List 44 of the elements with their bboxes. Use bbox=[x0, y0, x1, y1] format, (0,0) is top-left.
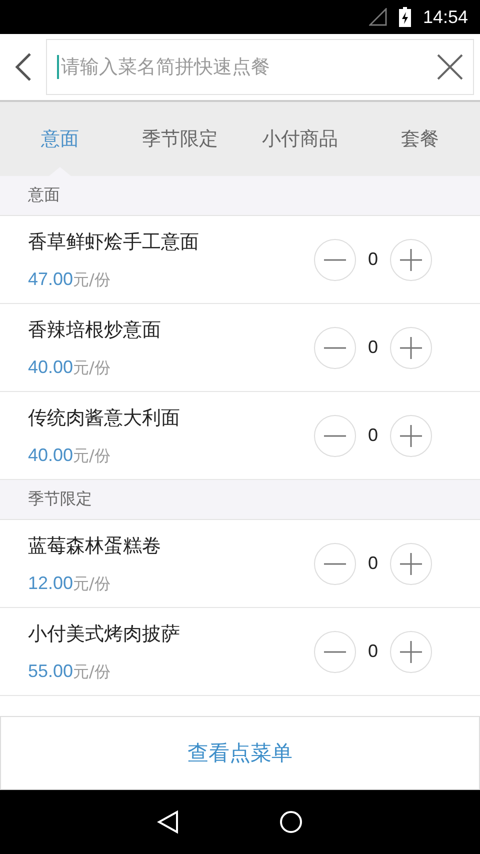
search-bar[interactable]: 请输入菜名简拼快速点餐 bbox=[46, 39, 474, 95]
plus-icon bbox=[400, 552, 422, 574]
quantity: 0 bbox=[366, 641, 379, 662]
signal-icon bbox=[368, 8, 387, 26]
plus-button[interactable] bbox=[390, 238, 432, 280]
plus-button[interactable] bbox=[390, 326, 432, 368]
back-nav-icon[interactable] bbox=[157, 810, 179, 834]
dish-name: 香辣培根炒意面 bbox=[28, 318, 162, 342]
minus-icon bbox=[324, 346, 346, 348]
dish-name: 传统肉酱意大利面 bbox=[28, 406, 181, 430]
plus-icon bbox=[400, 248, 422, 270]
dish-price: 47.00元/份 bbox=[28, 268, 112, 290]
dish-name: 香草鲜虾烩手工意面 bbox=[28, 230, 200, 254]
quantity: 0 bbox=[366, 553, 379, 574]
view-order-button[interactable]: 查看点菜单 bbox=[0, 716, 480, 790]
minus-icon bbox=[324, 650, 346, 652]
plus-icon bbox=[400, 424, 422, 446]
minus-icon bbox=[324, 562, 346, 564]
dish-name: 小付美式烤肉披萨 bbox=[28, 622, 181, 646]
plus-button[interactable] bbox=[390, 542, 432, 584]
quantity: 0 bbox=[366, 425, 379, 446]
dish-price: 40.00元/份 bbox=[28, 356, 112, 378]
dish-price: 12.00元/份 bbox=[28, 572, 112, 594]
battery-icon bbox=[398, 7, 411, 27]
close-icon[interactable] bbox=[437, 54, 463, 80]
plus-button[interactable] bbox=[390, 630, 432, 672]
minus-icon bbox=[324, 258, 346, 260]
plus-icon bbox=[400, 640, 422, 662]
plus-icon bbox=[400, 336, 422, 358]
dish-name: 蓝莓森林蛋糕卷 bbox=[28, 534, 162, 558]
category-tab[interactable]: 套餐 bbox=[360, 102, 480, 176]
quantity: 0 bbox=[366, 337, 379, 358]
quantity: 0 bbox=[366, 249, 379, 270]
plus-button[interactable] bbox=[390, 414, 432, 456]
dish-price: 40.00元/份 bbox=[28, 444, 112, 466]
status-time: 14:54 bbox=[422, 6, 468, 28]
home-nav-icon[interactable] bbox=[279, 810, 303, 834]
section-header: 意面 bbox=[0, 176, 480, 216]
category-tab[interactable]: 小付商品 bbox=[240, 102, 360, 176]
search-field[interactable]: 请输入菜名简拼快速点餐 bbox=[57, 55, 437, 79]
category-tab[interactable]: 季节限定 bbox=[120, 102, 240, 176]
section-header: 季节限定 bbox=[0, 480, 480, 520]
minus-icon bbox=[324, 434, 346, 436]
dish-price: 55.00元/份 bbox=[28, 660, 112, 682]
